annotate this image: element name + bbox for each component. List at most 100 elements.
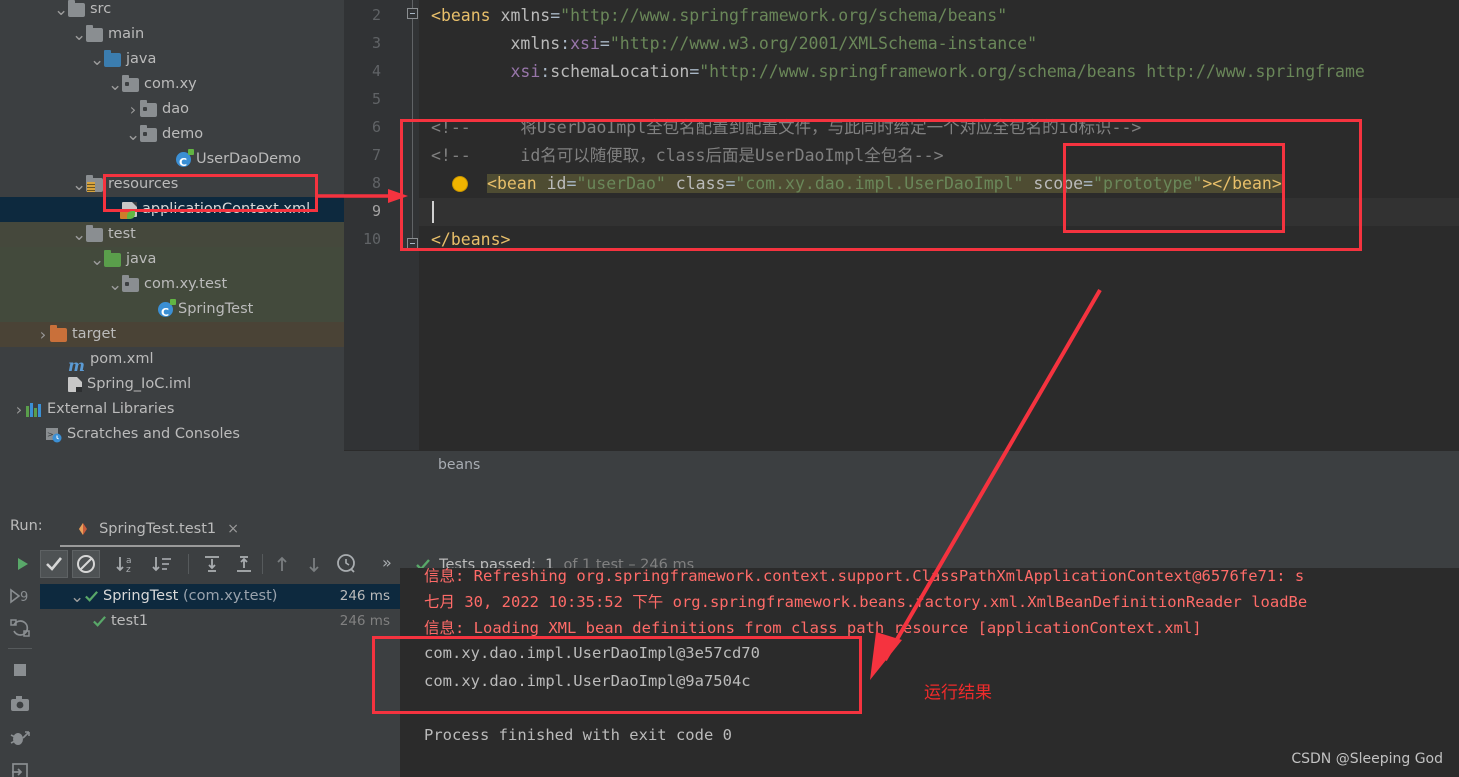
close-icon[interactable]: ×: [227, 521, 239, 537]
tree-item-dao[interactable]: › dao: [0, 97, 344, 122]
package-icon: [140, 124, 157, 142]
tree-item-label: java: [126, 51, 157, 67]
line-number: 10: [362, 230, 381, 248]
chevron-down-icon[interactable]: ⌄: [54, 1, 68, 18]
project-tree-panel[interactable]: ⌄src⌄main⌄java⌄com.xy›dao⌄demoUserDaoDem…: [0, 0, 344, 480]
toolbar-separator: [188, 554, 189, 574]
chevron-down-icon[interactable]: ⌄: [90, 251, 104, 268]
history-icon[interactable]: [332, 550, 360, 578]
tree-item-java[interactable]: ⌄ java: [0, 47, 344, 72]
collapse-all-icon[interactable]: [230, 550, 258, 578]
chevron-down-icon[interactable]: ⌄: [72, 176, 86, 193]
scratches-icon: >: [46, 427, 62, 443]
resume-program-icon[interactable]: 9: [8, 584, 32, 608]
code-token: :: [540, 62, 551, 81]
tree-item-external-libraries[interactable]: › External Libraries: [0, 397, 344, 422]
code-token: "http://www.springframework.org/schema/b…: [699, 62, 1365, 81]
java-class-icon: [176, 149, 194, 175]
console-line: Process finished with exit code 0: [424, 726, 732, 744]
code-token: beans: [440, 6, 491, 25]
package-icon: [140, 99, 157, 117]
chevron-right-icon[interactable]: ›: [12, 397, 26, 422]
tree-item-src[interactable]: ⌄ src: [0, 0, 344, 22]
tree-item-userdaodemo[interactable]: UserDaoDemo: [0, 147, 344, 175]
tree-item-pom-xml[interactable]: m pom.xml: [0, 347, 344, 375]
chevron-right-icon[interactable]: ›: [126, 97, 140, 122]
expand-all-icon[interactable]: [198, 550, 226, 578]
ide-window: ⌄src⌄main⌄java⌄com.xy›dao⌄demoUserDaoDem…: [0, 0, 1459, 777]
debug-icon[interactable]: [8, 726, 32, 750]
chevron-right-icon[interactable]: ›: [36, 322, 50, 347]
ignore-tests-icon[interactable]: [72, 550, 100, 578]
chevron-down-icon[interactable]: ⌄: [72, 226, 86, 243]
annotation-box-xml-file: [103, 174, 318, 212]
tree-item-java[interactable]: ⌄ java: [0, 247, 344, 272]
chevron-down-icon[interactable]: ⌄: [70, 588, 84, 605]
tree-item-target[interactable]: › target: [0, 322, 344, 347]
tree-item-com-xy-test[interactable]: ⌄ com.xy.test: [0, 272, 344, 297]
folder-icon: [50, 324, 67, 342]
tree-item-spring-ioc-iml[interactable]: Spring_IoC.iml: [0, 372, 344, 397]
java-class-icon: [158, 299, 176, 325]
tree-item-scratches-and-consoles[interactable]: > Scratches and Consoles: [0, 422, 344, 447]
test-duration: 246 ms: [339, 613, 390, 629]
chevron-down-icon[interactable]: ⌄: [108, 276, 122, 293]
code-token: "http://www.w3.org/2001/XMLSchema-instan…: [609, 34, 1037, 53]
rerun-icon[interactable]: [8, 550, 36, 578]
chevron-down-icon[interactable]: ⌄: [126, 126, 140, 143]
next-failed-icon[interactable]: [300, 550, 328, 578]
code-line-3[interactable]: xmlns:xsi="http://www.w3.org/2001/XMLSch…: [431, 30, 1037, 58]
test-row[interactable]: test1 246 ms: [40, 609, 400, 634]
svg-text:9: 9: [20, 590, 28, 605]
tree-item-label: dao: [162, 101, 189, 117]
tree-item-label: com.xy.test: [144, 276, 228, 292]
test-duration: 246 ms: [339, 588, 390, 604]
sort-alphabetically-icon[interactable]: a z: [112, 550, 140, 578]
tree-item-label: Spring_IoC.iml: [87, 376, 192, 392]
chevron-down-icon[interactable]: ⌄: [72, 26, 86, 43]
stop-icon[interactable]: [8, 658, 32, 682]
rerun-tests-icon[interactable]: [8, 616, 32, 640]
code-line-2[interactable]: <beans xmlns="http://www.springframework…: [431, 2, 1007, 30]
toolbar-overflow-icon[interactable]: »: [382, 553, 392, 572]
annotation-label-result: 运行结果: [924, 683, 992, 703]
line-number: 7: [371, 146, 381, 164]
code-token: schemaLocation: [550, 62, 690, 81]
tree-item-label: External Libraries: [47, 401, 175, 417]
show-passed-icon[interactable]: [40, 550, 68, 578]
code-token: =: [689, 62, 700, 81]
line-number: 5: [371, 90, 381, 108]
tree-item-label: demo: [162, 126, 204, 142]
breadcrumb[interactable]: beans: [438, 457, 480, 473]
screenshot-icon[interactable]: [8, 692, 32, 716]
tree-item-springtest[interactable]: SpringTest: [0, 297, 344, 325]
tree-item-com-xy[interactable]: ⌄ com.xy: [0, 72, 344, 97]
chevron-down-icon[interactable]: ⌄: [90, 51, 104, 68]
annotation-arrow-to-editor: [318, 186, 408, 206]
fold-collapse-icon[interactable]: [407, 8, 418, 19]
folder-icon: [104, 249, 121, 267]
run-side-rail: 9: [0, 580, 40, 777]
chevron-down-icon[interactable]: ⌄: [108, 76, 122, 93]
run-config-icon: [79, 522, 87, 535]
test-row[interactable]: ⌄ SpringTest (com.xy.test) 246 ms: [40, 584, 400, 609]
maven-icon: m: [68, 355, 85, 375]
annotation-box-scope-attr: [1063, 143, 1285, 233]
iml-file-icon: [68, 377, 82, 392]
export-icon[interactable]: [8, 760, 32, 777]
watermark: CSDN @Sleeping God: [1291, 751, 1443, 767]
sort-by-duration-icon[interactable]: [148, 550, 176, 578]
code-line-4[interactable]: xsi:schemaLocation="http://www.springfra…: [431, 58, 1365, 86]
tree-item-test[interactable]: ⌄ test: [0, 222, 344, 247]
tree-item-main[interactable]: ⌄ main: [0, 22, 344, 47]
package-icon: [122, 74, 139, 92]
folder-icon: [68, 0, 85, 17]
toolbar-separator-2: [262, 554, 263, 574]
run-tab[interactable]: SpringTest.test1 ×: [68, 514, 247, 544]
tree-item-demo[interactable]: ⌄ demo: [0, 122, 344, 147]
run-tab-title: SpringTest.test1: [99, 521, 217, 537]
prev-failed-icon[interactable]: [268, 550, 296, 578]
code-token: <: [431, 6, 441, 25]
test-results-tree[interactable]: ⌄ SpringTest (com.xy.test) 246 ms test1 246 …: [40, 584, 400, 777]
